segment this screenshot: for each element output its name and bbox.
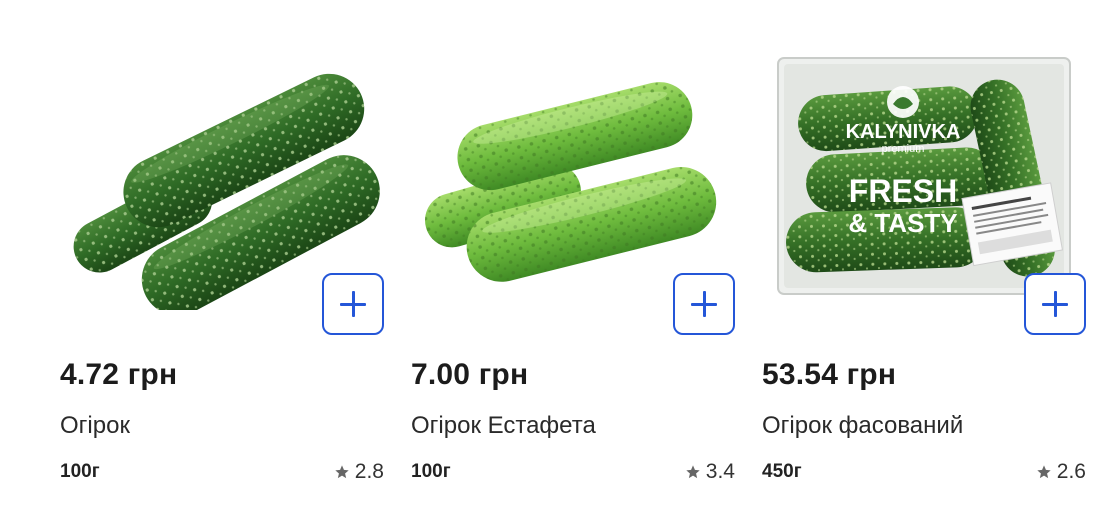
add-to-cart-button[interactable] <box>322 273 384 335</box>
package-brand-sub: premium <box>882 143 925 155</box>
package-slogan-2: & TASTY <box>848 208 957 238</box>
rating-value: 3.4 <box>705 460 735 483</box>
add-to-cart-button[interactable] <box>1024 273 1086 335</box>
product-weight: 450г <box>762 461 802 482</box>
product-weight: 100г <box>411 461 451 482</box>
star-icon <box>686 465 700 479</box>
plus-icon <box>1042 291 1068 317</box>
package-slogan-1: FRESH <box>849 173 957 209</box>
product-price: 53.54 грн <box>762 358 897 391</box>
rating-value: 2.6 <box>1056 460 1086 483</box>
product-price: 7.00 грн <box>411 358 529 391</box>
product-grid: 4.72 грн Огірок 100г 2.8 7.00 грн Огірок… <box>0 0 1110 509</box>
product-card[interactable]: KALYNIVKA premium FRESH & TASTY 53.54 гр… <box>760 0 1090 509</box>
star-icon <box>335 465 349 479</box>
star-icon <box>1037 465 1051 479</box>
product-name[interactable]: Огірок фасований <box>762 412 963 440</box>
product-card[interactable]: 7.00 грн Огірок Естафета 100г 3.4 <box>409 0 739 509</box>
product-image[interactable]: KALYNIVKA premium FRESH & TASTY <box>760 40 1090 310</box>
product-rating: 2.8 <box>334 460 384 484</box>
product-name[interactable]: Огірок Естафета <box>411 412 596 440</box>
add-to-cart-button[interactable] <box>673 273 735 335</box>
rating-value: 2.8 <box>354 460 384 483</box>
plus-icon <box>691 291 717 317</box>
product-name[interactable]: Огірок <box>60 412 130 440</box>
product-rating: 2.6 <box>1036 460 1086 484</box>
product-card[interactable]: 4.72 грн Огірок 100г 2.8 <box>58 0 388 509</box>
product-weight: 100г <box>60 461 100 482</box>
product-rating: 3.4 <box>685 460 735 484</box>
product-image[interactable] <box>58 40 388 310</box>
package-brand: KALYNIVKA <box>846 121 961 143</box>
plus-icon <box>340 291 366 317</box>
product-image[interactable] <box>409 40 739 310</box>
product-price: 4.72 грн <box>60 358 178 391</box>
